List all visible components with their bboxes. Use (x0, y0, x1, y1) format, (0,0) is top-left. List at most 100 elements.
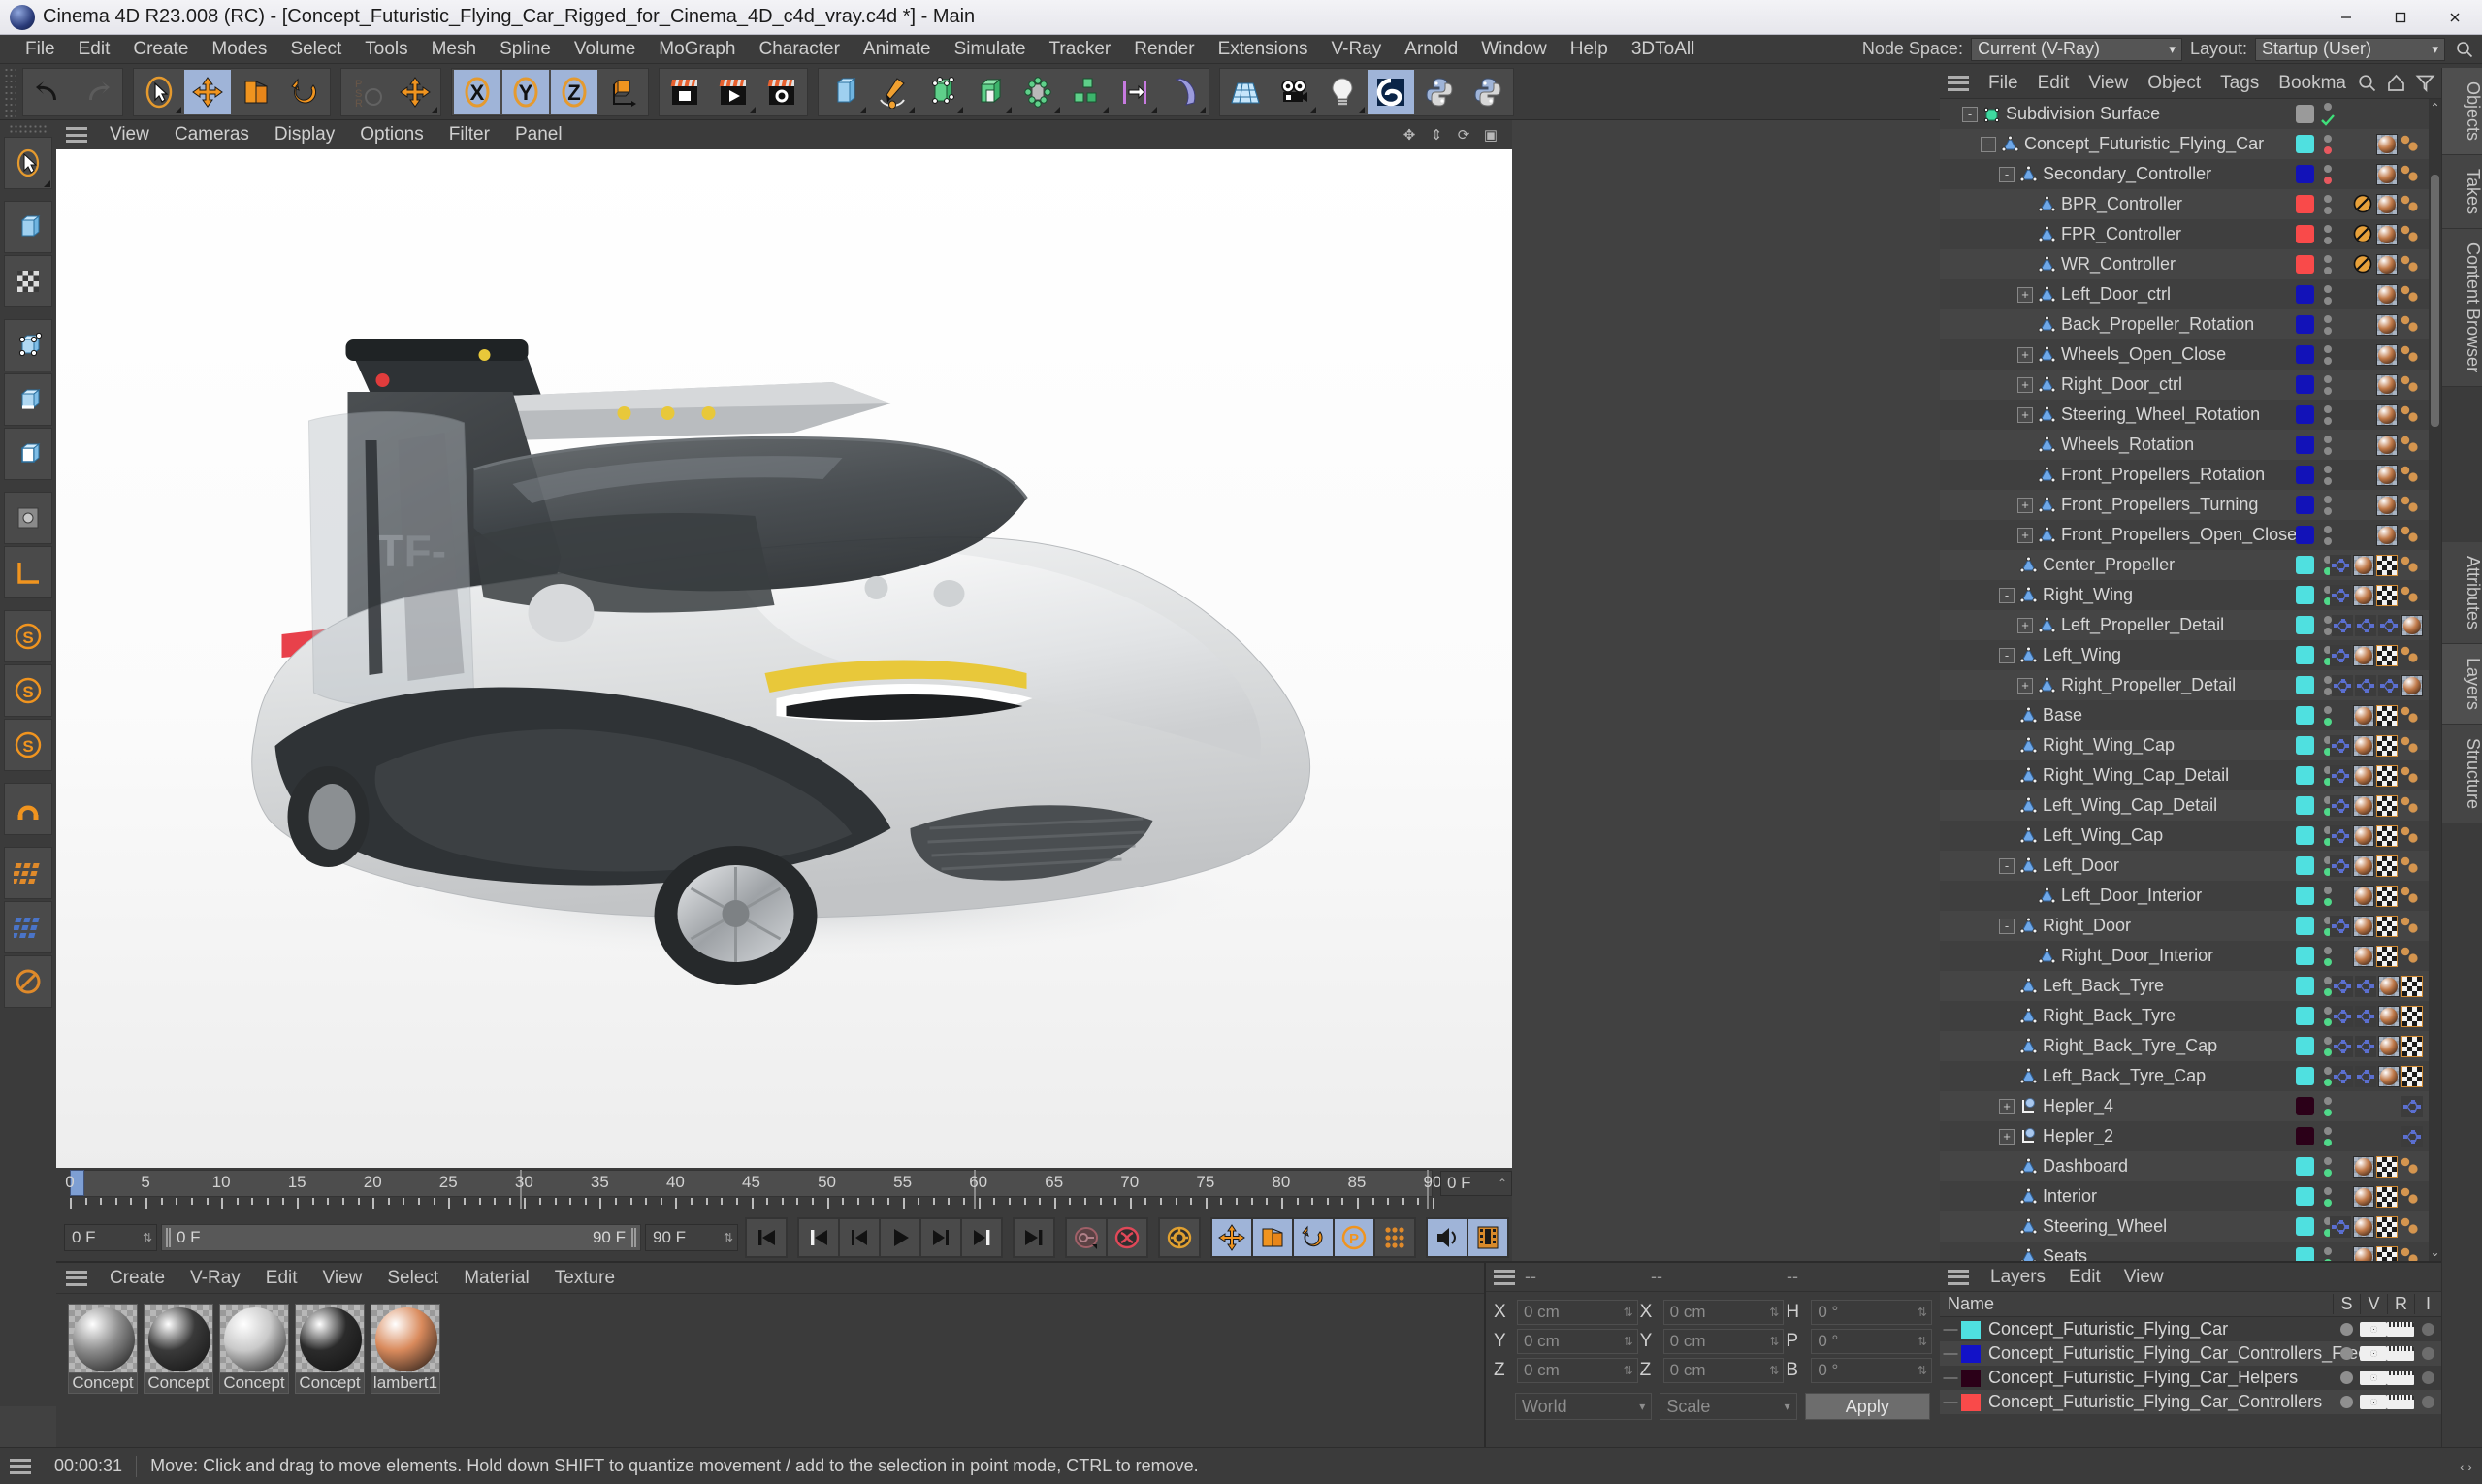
uv-tag[interactable] (2376, 915, 2398, 937)
menu-item-character[interactable]: Character (747, 35, 851, 64)
expand-icon[interactable]: + (2017, 286, 2033, 303)
material-tag[interactable] (2376, 133, 2398, 155)
enabled-check-icon[interactable] (2320, 113, 2335, 126)
menu-item-mesh[interactable]: Mesh (420, 35, 488, 64)
object-row[interactable]: Steering_Wheel (1940, 1211, 2429, 1242)
coordinate-space-dropdown[interactable]: World ▾ (1515, 1393, 1653, 1420)
xpresso-tag[interactable] (2332, 614, 2353, 636)
lock-axis-tool[interactable]: S (4, 719, 52, 771)
layer-lock-toggle[interactable] (2414, 1322, 2441, 1337)
material-tag[interactable] (2376, 434, 2398, 456)
spinner-icon[interactable]: ⇅ (1624, 1335, 1637, 1348)
object-row[interactable]: Dashboard (1940, 1151, 2429, 1181)
visibility-dots[interactable] (2323, 254, 2332, 274)
visibility-dots[interactable] (2323, 1186, 2332, 1207)
material-tag[interactable] (2376, 343, 2398, 366)
expand-icon[interactable]: + (2017, 617, 2033, 633)
maximize-viewport-icon[interactable]: ▣ (1479, 123, 1502, 146)
viewport-canvas[interactable]: TF- (56, 149, 1512, 1168)
xpresso-tag[interactable] (2355, 674, 2376, 696)
menu-item-select[interactable]: Select (278, 35, 353, 64)
material-tag[interactable] (2353, 644, 2374, 666)
object-row[interactable]: - Subdivision Surface (1940, 99, 2429, 129)
object-row[interactable]: Front_Propellers_Rotation (1940, 460, 2429, 490)
axis-x-toggle[interactable]: X (454, 69, 500, 114)
object-layer-color[interactable] (2296, 466, 2314, 484)
collapse-icon[interactable]: - (1981, 136, 1996, 152)
point-level-animation-button[interactable] (1374, 1218, 1415, 1257)
visibility-dots[interactable] (2323, 1006, 2332, 1026)
material-tag[interactable] (2376, 223, 2398, 245)
object-row[interactable]: + Front_Propellers_Open_Close (1940, 520, 2429, 550)
psr-button[interactable]: PSR (343, 69, 390, 114)
visibility-dots[interactable] (2323, 946, 2332, 966)
rotate-camera-icon[interactable]: ⟳ (1452, 123, 1475, 146)
material-menu-select[interactable]: Select (374, 1263, 451, 1294)
quantize-tool[interactable]: S (4, 664, 52, 717)
object-layer-color[interactable] (2296, 105, 2314, 123)
object-layer-color[interactable] (2296, 676, 2314, 694)
axis-z-toggle[interactable]: Z (551, 69, 597, 114)
menu-item-extensions[interactable]: Extensions (1207, 35, 1320, 64)
viewport-menu-view[interactable]: View (97, 120, 162, 149)
layers-menu-burger-icon[interactable] (1948, 1269, 1969, 1285)
menu-item-animate[interactable]: Animate (852, 35, 943, 64)
coord-pos-x-input[interactable]: 0 cm ⇅ (1517, 1300, 1638, 1325)
layers-menu-layers[interactable]: Layers (1979, 1263, 2057, 1292)
xpresso-tag[interactable] (2330, 554, 2351, 576)
material-tag[interactable] (2353, 915, 2374, 937)
layer-solo-toggle[interactable] (2333, 1346, 2360, 1361)
object-row[interactable]: - Left_Wing (1940, 640, 2429, 670)
object-layer-color[interactable] (2296, 1097, 2314, 1115)
menu-item-tracker[interactable]: Tracker (1038, 35, 1123, 64)
object-menu-bookmark[interactable]: Bookma (2269, 68, 2356, 99)
material-tag[interactable] (2353, 1245, 2374, 1261)
go-to-start-button[interactable] (746, 1218, 787, 1257)
object-layer-color[interactable] (2296, 556, 2314, 574)
coord-size-x-input[interactable]: 0 cm ⇅ (1662, 1300, 1785, 1325)
material-tag[interactable] (2353, 584, 2374, 606)
tab-attributes[interactable]: Attributes (2442, 542, 2482, 645)
layer-color-swatch[interactable] (1961, 1320, 1981, 1339)
layer-visible-toggle[interactable] (2360, 1371, 2387, 1385)
material-tag[interactable] (2376, 524, 2398, 546)
tab-objects[interactable]: Objects (2442, 68, 2482, 156)
uv-tag[interactable] (2376, 855, 2398, 877)
sculpt-button[interactable] (1368, 69, 1414, 114)
material-tag[interactable] (2401, 614, 2423, 636)
material-tag[interactable] (2378, 1005, 2400, 1027)
material-tag[interactable] (2353, 824, 2374, 847)
object-row[interactable]: Left_Door_Interior (1940, 881, 2429, 911)
viewport-menu-options[interactable]: Options (347, 120, 435, 149)
material-tag[interactable] (2378, 1035, 2400, 1057)
disabled-tag[interactable] (2353, 194, 2374, 215)
object-row[interactable]: + Steering_Wheel_Rotation (1940, 400, 2429, 430)
uv-tag[interactable] (2401, 1035, 2423, 1057)
xpresso-tag[interactable] (2355, 975, 2376, 997)
world-object-coordinates-button[interactable] (392, 69, 438, 114)
record-active-objects-button[interactable] (1066, 1218, 1107, 1257)
search-icon[interactable] (2453, 38, 2476, 61)
uv-tag[interactable] (2376, 1215, 2398, 1238)
object-layer-color[interactable] (2296, 1037, 2314, 1055)
visibility-dots[interactable] (2323, 976, 2332, 996)
expand-icon[interactable]: + (2017, 346, 2033, 363)
visibility-dots[interactable] (2323, 435, 2332, 455)
collapse-icon[interactable]: - (1962, 106, 1978, 122)
object-menu-object[interactable]: Object (2138, 68, 2210, 99)
menu-item-render[interactable]: Render (1122, 35, 1206, 64)
object-layer-color[interactable] (2296, 526, 2314, 544)
points-mode-tool[interactable] (4, 319, 52, 371)
layer-visible-toggle[interactable] (2360, 1322, 2387, 1337)
object-row[interactable]: + Hepler_2 (1940, 1121, 2429, 1151)
spinner-icon[interactable]: ⇅ (716, 1231, 733, 1244)
scrollbar-thumb[interactable] (2431, 175, 2439, 427)
material-tag[interactable] (2353, 794, 2374, 817)
live-selection-tool-button[interactable] (136, 69, 182, 114)
scale-camera-icon[interactable]: ⇕ (1425, 123, 1448, 146)
menu-item-mograph[interactable]: MoGraph (647, 35, 747, 64)
object-row[interactable]: + Left_Propeller_Detail (1940, 610, 2429, 640)
object-row[interactable]: + Hepler_4 (1940, 1091, 2429, 1121)
object-row[interactable]: Left_Back_Tyre_Cap (1940, 1061, 2429, 1091)
viewport-menu-panel[interactable]: Panel (502, 120, 575, 149)
